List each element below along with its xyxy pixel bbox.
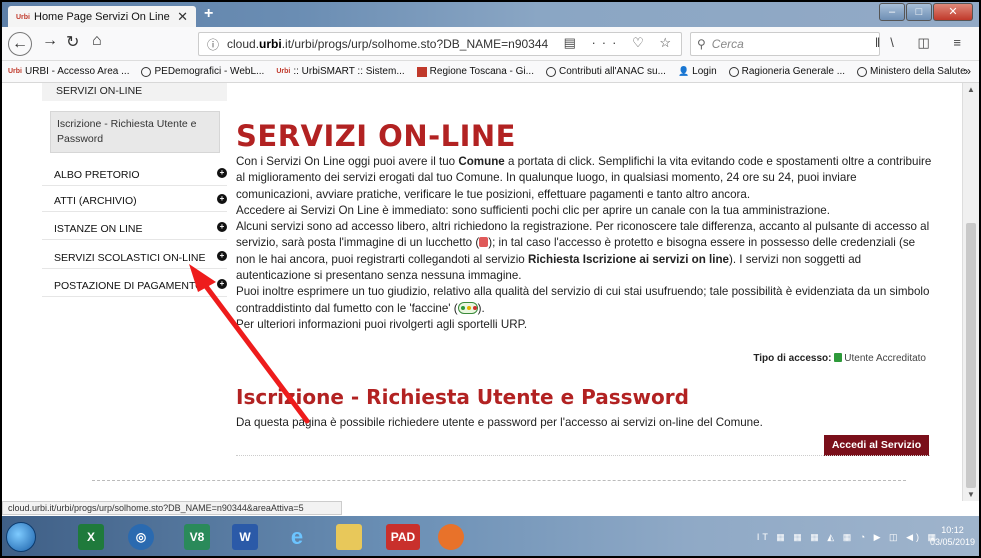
- lock-icon: [479, 237, 489, 248]
- sidebar-item-label: ISTANZE ON LINE: [54, 223, 143, 235]
- divider: [236, 455, 930, 456]
- sidebar-item-servizi-scolastici[interactable]: SERVIZI SCOLASTICI ON-LINE +: [42, 247, 227, 269]
- expand-icon[interactable]: +: [217, 168, 227, 178]
- reload-icon[interactable]: ↻: [66, 32, 79, 52]
- search-placeholder: Cerca: [711, 37, 744, 51]
- excel-icon[interactable]: X: [78, 524, 104, 550]
- bookmark-item[interactable]: PEDemografici - WebL...: [141, 66, 264, 77]
- network-icon[interactable]: ◎: [128, 524, 154, 550]
- folder-icon[interactable]: [336, 524, 362, 550]
- window-close-icon[interactable]: ✕: [933, 3, 973, 21]
- windows-start-icon[interactable]: [6, 522, 36, 552]
- sidebar-item-atti[interactable]: ATTI (ARCHIVIO) +: [42, 190, 227, 212]
- footer-divider: [92, 480, 906, 481]
- close-tab-icon[interactable]: ✕: [177, 9, 188, 25]
- richiesta-iscrizione-link[interactable]: Richiesta Iscrizione ai servizi on line: [528, 253, 729, 266]
- bookmark-item[interactable]: Ministero della Salute: [857, 66, 966, 77]
- title-bar: Urbi Home Page Servizi On Line ✕ + – □ ✕: [2, 2, 979, 28]
- globe-icon: [141, 66, 152, 77]
- user-icon: 👤: [677, 66, 690, 76]
- sidebar-item-label: ATTI (ARCHIVIO): [54, 195, 137, 207]
- sidebar-subitem-iscrizione[interactable]: Iscrizione - Richiesta Utente e Password: [50, 111, 220, 153]
- new-tab-icon[interactable]: +: [204, 5, 213, 23]
- urbi-icon: Urbi: [8, 68, 22, 75]
- minimize-icon[interactable]: –: [879, 3, 905, 21]
- bookmark-item[interactable]: Ragioneria Generale ...: [728, 66, 845, 77]
- url-text: cloud.urbi.it/urbi/progs/urp/solhome.sto…: [227, 37, 549, 51]
- sidebar-item-label: SERVIZI SCOLASTICI ON-LINE: [54, 252, 206, 264]
- urbi-icon: Urbi: [276, 68, 291, 75]
- tab-title: Home Page Servizi On Line: [34, 11, 170, 23]
- globe-icon: [857, 66, 868, 77]
- ie-icon[interactable]: e: [284, 524, 310, 550]
- page-scrollbar[interactable]: ▲ ▼: [962, 83, 979, 501]
- expand-icon[interactable]: +: [217, 194, 227, 204]
- red-square-icon: [416, 66, 427, 77]
- bookmark-item[interactable]: Regione Toscana - Gi...: [416, 66, 534, 77]
- green-lock-icon: [834, 353, 843, 362]
- bookmark-item[interactable]: Urbi:: UrbiSMART :: Sistem...: [276, 66, 404, 77]
- browser-window: Urbi Home Page Servizi On Line ✕ + – □ ✕…: [0, 0, 981, 558]
- navigation-bar: ← → ↻ ⌂ ⓘ cloud.urbi.it/urbi/progs/urp/s…: [2, 27, 979, 61]
- pad-icon[interactable]: PAD: [386, 524, 420, 550]
- bookmark-item[interactable]: 👤 Login: [678, 66, 717, 77]
- scroll-thumb[interactable]: [966, 223, 976, 488]
- intro-text: Con i Servizi On Line oggi puoi avere il…: [236, 155, 932, 331]
- scroll-up-icon[interactable]: ▲: [967, 85, 975, 94]
- page-title: SERVIZI ON-LINE: [236, 119, 516, 153]
- sidebar-item-label: POSTAZIONE DI PAGAMENTO: [54, 280, 204, 292]
- scroll-down-icon[interactable]: ▼: [967, 490, 975, 499]
- home-icon[interactable]: ⌂: [92, 32, 102, 50]
- access-type: Tipo di accesso: Utente Accreditato: [753, 353, 926, 364]
- bookmark-item[interactable]: Urbi URBI - Accesso Area ...: [8, 66, 129, 77]
- site-info-icon[interactable]: ⓘ: [207, 36, 219, 53]
- sidebar-item-label: ALBO PRETORIO: [54, 169, 140, 181]
- globe-icon: [546, 66, 556, 77]
- bookmark-item[interactable]: Contributi all'ANAC su...: [546, 66, 666, 77]
- url-bar[interactable]: ⓘ cloud.urbi.it/urbi/progs/urp/solhome.s…: [198, 32, 682, 56]
- library-icon[interactable]: ‖\ ◫ ≡: [875, 35, 971, 51]
- status-url: cloud.urbi.it/urbi/progs/urp/solhome.sto…: [2, 501, 342, 515]
- expand-icon[interactable]: +: [217, 279, 227, 289]
- system-tray: IT ▦ ▦ ▦ ◭ ▦ ◔ ▶ ◫ ◀) ▦: [756, 532, 939, 542]
- window-controls: – □ ✕: [878, 3, 973, 21]
- taskbar: X ◎ V8 W e PAD IT ▦ ▦ ▦ ◭ ▦ ◔ ▶ ◫ ◀) ▦ 1…: [2, 516, 979, 556]
- sidebar-item-albo-pretorio[interactable]: ALBO PRETORIO +: [42, 164, 227, 186]
- chevron-more-icon[interactable]: »: [964, 64, 971, 78]
- maximize-icon[interactable]: □: [906, 3, 932, 21]
- section-description: Da questa pagina è possibile richiedere …: [236, 416, 763, 429]
- clock[interactable]: 10:12 03/05/2019: [930, 524, 975, 548]
- accedi-servizio-button[interactable]: Accedi al Servizio: [824, 435, 929, 456]
- firefox-icon[interactable]: [438, 524, 464, 550]
- smiley-faces-icon: [457, 301, 478, 314]
- bookmarks-bar: Urbi URBI - Accesso Area ... PEDemografic…: [2, 61, 979, 83]
- sidebar-item-postazione-pagamento[interactable]: POSTAZIONE DI PAGAMENTO +: [42, 275, 227, 297]
- section-title: Iscrizione - Richiesta Utente e Password: [236, 385, 689, 409]
- urbi-logo-icon: Urbi: [16, 13, 30, 21]
- url-tools[interactable]: ▤ ··· ♡ ☆: [564, 35, 677, 51]
- search-icon: ⚲: [697, 37, 706, 51]
- globe-icon: [728, 66, 739, 77]
- sidebar-item-servizi-online[interactable]: SERVIZI ON-LINE: [42, 83, 227, 101]
- back-icon[interactable]: ←: [8, 32, 32, 56]
- sidebar-item-istanze[interactable]: ISTANZE ON LINE +: [42, 218, 227, 240]
- forward-icon[interactable]: →: [42, 32, 58, 50]
- sidebar: SERVIZI ON-LINE Iscrizione - Richiesta U…: [42, 83, 227, 297]
- expand-icon[interactable]: +: [217, 251, 227, 261]
- page-content: SERVIZI ON-LINE Iscrizione - Richiesta U…: [2, 83, 962, 501]
- browser-tab[interactable]: Urbi Home Page Servizi On Line ✕: [8, 6, 196, 28]
- expand-icon[interactable]: +: [217, 222, 227, 232]
- v8-icon[interactable]: V8: [184, 524, 210, 550]
- word-icon[interactable]: W: [232, 524, 258, 550]
- search-input[interactable]: ⚲ Cerca: [690, 32, 880, 56]
